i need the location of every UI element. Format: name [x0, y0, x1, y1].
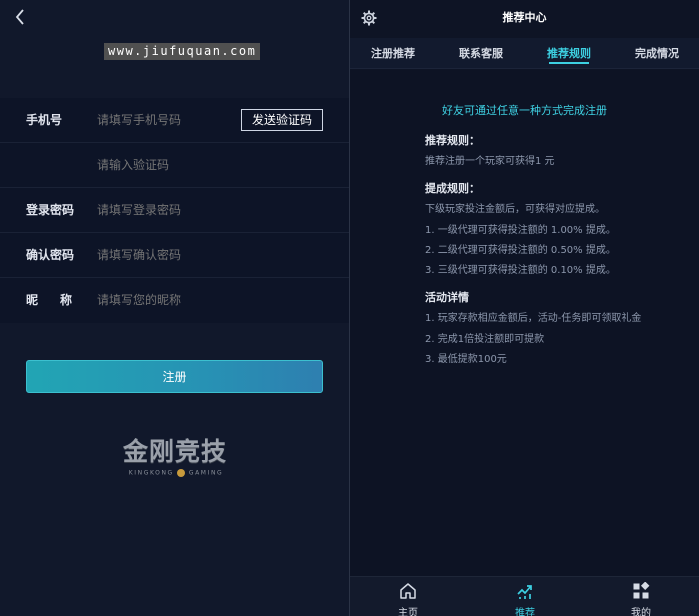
back-icon[interactable]: [10, 6, 30, 28]
rule-line: 3. 最低提款100元: [425, 354, 507, 365]
rule-line: 推荐注册一个玩家可获得1 元: [425, 156, 555, 167]
tab-referral-rules[interactable]: 推荐规则: [536, 38, 602, 69]
referral-rules-content: 好友可通过任意一种方式完成注册 推荐规则： 推荐注册一个玩家可获得1 元 提成规…: [350, 70, 699, 576]
password-input[interactable]: [97, 188, 237, 233]
verify-code-row: [0, 143, 349, 188]
nickname-label: 昵称: [26, 293, 95, 307]
confirm-password-label: 确认密码: [26, 248, 75, 262]
register-button[interactable]: 注册: [26, 360, 323, 393]
rule-line: 2. 完成1倍投注额即可提款: [425, 334, 545, 345]
logo-coin-icon: [177, 469, 186, 477]
rules-headline: 好友可通过任意一种方式完成注册: [442, 104, 607, 117]
logo-wordmark: 金刚竞技: [122, 437, 227, 466]
register-form: 手机号 发送验证码 登录密码 确认密码 昵称: [0, 98, 349, 323]
nav-item-referral[interactable]: 推荐: [495, 577, 555, 616]
send-code-button[interactable]: 发送验证码: [241, 109, 323, 131]
phone-input[interactable]: [97, 98, 237, 143]
nav-label-mine: 我的: [631, 608, 651, 616]
logo-tagline: KINGKONG GAMING: [120, 469, 232, 478]
confirm-password-input[interactable]: [97, 233, 237, 278]
watermark: www.jiufuquan.com: [104, 43, 261, 60]
logo-tagline-left: KINGKONG: [128, 469, 174, 477]
trend-icon: [516, 582, 534, 600]
phone-row: 手机号 发送验证码: [0, 98, 349, 143]
rule-line: 下级玩家投注金额后，可获得对应提成。: [425, 204, 605, 215]
rule-line: 2. 二级代理可获得投注额的 0.50% 提成。: [425, 245, 616, 256]
grid-icon: [632, 581, 650, 600]
section-title: 提成规则：: [425, 182, 480, 195]
section-title: 推荐规则：: [425, 134, 480, 147]
referral-screen: 推荐中心 注册推荐 联系客服 推荐规则 完成情况 好友可通过任意一种方式完成注册…: [350, 0, 699, 616]
rule-line: 1. 玩家存款相应金额后，活动-任务即可领取礼金: [425, 313, 642, 324]
nav-item-home[interactable]: 主页: [378, 577, 438, 616]
rule-line: 3. 三级代理可获得投注额的 0.10% 提成。: [425, 265, 616, 276]
referral-tabs: 注册推荐 联系客服 推荐规则 完成情况: [350, 38, 699, 69]
nickname-input[interactable]: [97, 278, 237, 323]
verify-code-input[interactable]: [97, 143, 237, 188]
nav-label-referral: 推荐: [515, 608, 535, 616]
nav-item-mine[interactable]: 我的: [611, 577, 671, 616]
confirm-password-row: 确认密码: [0, 233, 349, 278]
page-title: 推荐中心: [502, 11, 547, 24]
rule-line: 1. 一级代理可获得投注额的 1.00% 提成。: [425, 225, 616, 236]
phone-label: 手机号: [26, 113, 63, 127]
brand-logo: 金刚竞技 KINGKONG GAMING: [118, 436, 232, 482]
register-header: [0, 0, 349, 36]
logo-tagline-right: GAMING: [188, 469, 224, 477]
tab-register-referral[interactable]: 注册推荐: [360, 38, 426, 69]
register-screen: www.jiufuquan.com 手机号 发送验证码 登录密码 确认密码 昵称…: [0, 0, 349, 616]
tab-completion-status[interactable]: 完成情况: [624, 38, 690, 69]
password-label: 登录密码: [26, 203, 75, 217]
section-title: 活动详情: [425, 291, 469, 304]
nickname-row: 昵称: [0, 278, 349, 323]
home-icon: [399, 582, 417, 600]
bottom-nav: 主页 推荐 我的: [350, 576, 699, 616]
referral-header: 推荐中心: [350, 0, 699, 38]
nav-label-home: 主页: [398, 608, 418, 616]
password-row: 登录密码: [0, 188, 349, 233]
tab-customer-service[interactable]: 联系客服: [448, 38, 514, 69]
active-tab-indicator: [549, 62, 589, 64]
